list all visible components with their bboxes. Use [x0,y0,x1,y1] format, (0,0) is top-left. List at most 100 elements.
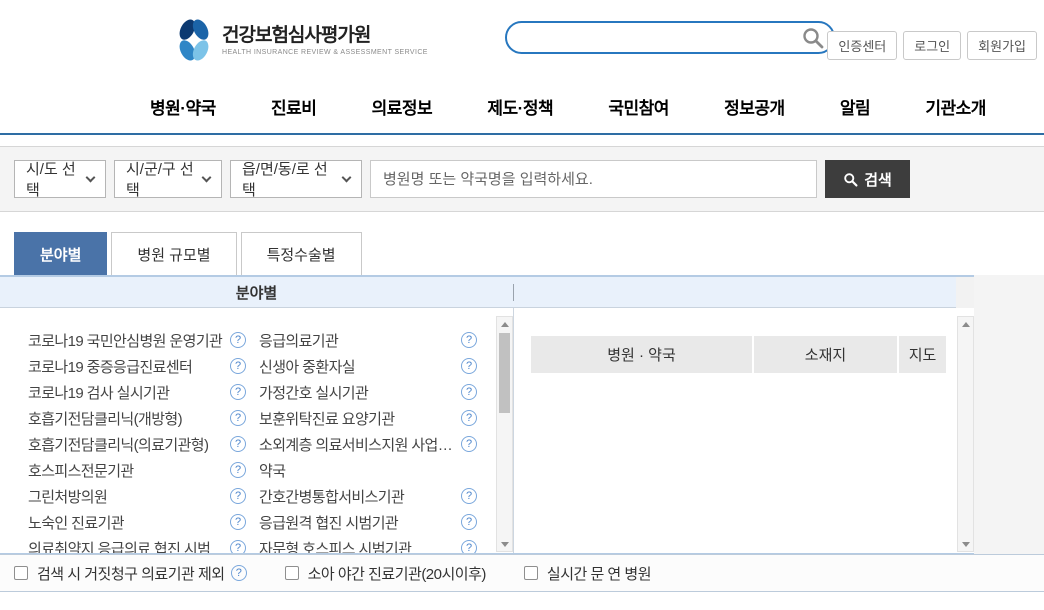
checkbox-icon[interactable] [14,566,28,580]
nav-item-2[interactable]: 진료비 [271,94,316,119]
category-scrollbar[interactable] [496,316,513,552]
category-item[interactable]: 호흡기전담클리닉(의료기관형)? [28,431,246,457]
login-button[interactable]: 로그인 [903,31,961,60]
question-mark-icon[interactable]: ? [461,488,477,504]
nav-item-6[interactable]: 정보공개 [724,94,785,119]
page-background-fill [974,275,1044,554]
category-panel: 코로나19 국민안심병원 운영기관?코로나19 중증응급진료센터?코로나19 검… [0,308,513,553]
results-col-location: 소재지 [754,336,897,373]
panel-header: 분야별 [0,277,974,308]
question-mark-icon[interactable]: ? [461,540,477,553]
category-item[interactable]: 간호간병통합서비스기관? [259,483,477,509]
keyword-input[interactable] [370,160,817,198]
question-mark-icon[interactable]: ? [230,540,246,553]
category-item[interactable]: 소외계층 의료서비스지원 사업…? [259,431,477,457]
category-item[interactable]: 노숙인 진료기관? [28,509,246,535]
nav-item-5[interactable]: 국민참여 [608,94,669,119]
checkbox-icon[interactable] [524,566,538,580]
tab-1[interactable]: 분야별 [14,232,107,275]
tab-2[interactable]: 병원 규모별 [111,232,236,275]
scroll-up-button[interactable] [958,317,973,331]
logo-text: 건강보험심사평가원 HEALTH INSURANCE REVIEW & ASSE… [222,25,428,56]
checkbox-icon[interactable] [285,566,299,580]
question-mark-icon[interactable]: ? [230,436,246,452]
question-mark-icon[interactable]: ? [230,332,246,348]
nav-item-3[interactable]: 의료정보 [372,94,433,119]
header-search-button[interactable] [801,26,825,50]
hira-logo-icon [176,17,212,63]
category-item[interactable]: 자문형 호스피스 시범기관? [259,535,477,553]
category-label: 노숙인 진료기관 [28,512,225,533]
category-column-left: 코로나19 국민안심병원 운영기관?코로나19 중증응급진료센터?코로나19 검… [28,327,246,553]
header-search-input[interactable] [523,26,801,50]
category-item[interactable]: 의료취약지 응급의료 협진 시범? [28,535,246,553]
panel-header-divider [513,284,514,301]
category-item[interactable]: 약국 [259,457,477,483]
category-item[interactable]: 그린처방의원? [28,483,246,509]
tab-3[interactable]: 특정수술별 [241,232,362,275]
header-search [505,21,835,54]
question-mark-icon[interactable]: ? [461,384,477,400]
scrollbar-thumb[interactable] [499,333,510,413]
logo[interactable]: 건강보험심사평가원 HEALTH INSURANCE REVIEW & ASSE… [176,17,428,63]
question-mark-icon[interactable]: ? [231,565,247,581]
search-button-label: 검색 [864,169,892,190]
question-mark-icon[interactable]: ? [230,462,246,478]
category-label: 코로나19 국민안심병원 운영기관 [28,330,225,351]
category-columns: 코로나19 국민안심병원 운영기관?코로나19 중증응급진료센터?코로나19 검… [0,308,513,553]
signup-button[interactable]: 회원가입 [967,31,1037,60]
category-item[interactable]: 응급의료기관? [259,327,477,353]
category-label: 가정간호 실시기관 [259,382,456,403]
results-panel: 병원 · 약국소재지지도 [514,308,974,553]
question-mark-icon[interactable]: ? [230,488,246,504]
search-icon [843,172,858,187]
question-mark-icon[interactable]: ? [461,436,477,452]
checkbox-exclude-false-claims[interactable]: 검색 시 거짓청구 의료기관 제외? [14,563,247,584]
question-mark-icon[interactable]: ? [461,514,477,530]
category-item[interactable]: 신생아 중환자실? [259,353,477,379]
category-item[interactable]: 호흡기전담클리닉(개방형)? [28,405,246,431]
category-item[interactable]: 코로나19 중증응급진료센터? [28,353,246,379]
panel-title: 분야별 [0,282,513,303]
checkbox-pediatric-night-care[interactable]: 소아 야간 진료기관(20시이후) [285,563,486,584]
arrow-down-icon [962,542,970,547]
category-item[interactable]: 응급원격 협진 시범기관? [259,509,477,535]
eupmyeondong-select[interactable]: 읍/면/동/로 선택 [230,160,362,198]
question-mark-icon[interactable]: ? [230,410,246,426]
question-mark-icon[interactable]: ? [461,332,477,348]
arrow-down-icon [501,542,509,547]
auth-center-button[interactable]: 인증센터 [827,31,897,60]
question-mark-icon[interactable]: ? [230,514,246,530]
category-item[interactable]: 코로나19 국민안심병원 운영기관? [28,327,246,353]
nav-item-8[interactable]: 기관소개 [925,94,986,119]
category-label: 호흡기전담클리닉(의료기관형) [28,434,225,455]
scroll-up-button[interactable] [497,317,512,331]
tab-row: 분야별병원 규모별특정수술별 [0,232,1044,275]
question-mark-icon[interactable]: ? [230,358,246,374]
category-label: 응급원격 협진 시범기관 [259,512,456,533]
checkbox-open-now[interactable]: 실시간 문 연 병원 [524,563,651,584]
nav-item-7[interactable]: 알림 [840,94,870,119]
scroll-down-button[interactable] [958,537,973,551]
checkbox-label: 검색 시 거짓청구 의료기관 제외 [37,563,225,584]
question-mark-icon[interactable]: ? [461,358,477,374]
select-label: 시/도 선택 [26,158,79,200]
results-scrollbar[interactable] [957,316,974,552]
search-button[interactable]: 검색 [825,160,910,198]
nav-item-1[interactable]: 병원·약국 [150,94,216,119]
category-item[interactable]: 보훈위탁진료 요양기관? [259,405,477,431]
category-item[interactable]: 호스피스전문기관? [28,457,246,483]
question-mark-icon[interactable]: ? [230,384,246,400]
results-col-hospital-pharmacy: 병원 · 약국 [531,336,752,373]
arrow-up-icon [501,322,509,327]
nav-item-4[interactable]: 제도·정책 [487,94,553,119]
question-mark-icon[interactable]: ? [461,410,477,426]
panel-body: 코로나19 국민안심병원 운영기관?코로나19 중증응급진료센터?코로나19 검… [0,308,974,553]
sido-select[interactable]: 시/도 선택 [14,160,106,198]
category-item[interactable]: 가정간호 실시기관? [259,379,477,405]
category-item[interactable]: 코로나19 검사 실시기관? [28,379,246,405]
sigungu-select[interactable]: 시/군/구 선택 [114,160,222,198]
scroll-down-button[interactable] [497,537,512,551]
chevron-down-icon [342,172,352,182]
select-label: 시/군/구 선택 [126,158,195,200]
